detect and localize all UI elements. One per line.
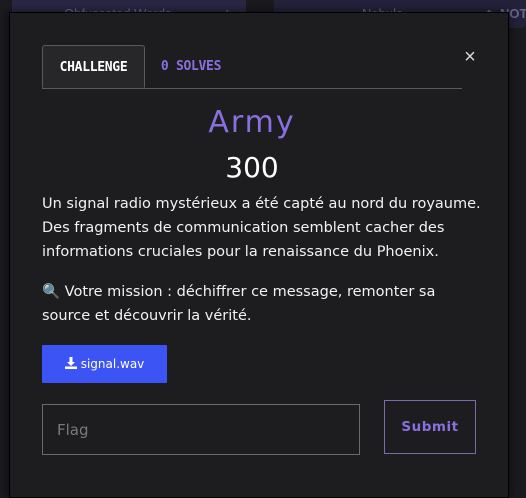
challenge-description: Un signal radio mystérieux a été capté a… [42,192,482,344]
download-file-label: signal.wav [80,357,145,371]
tab-challenge[interactable]: CHALLENGE [42,45,145,88]
modal-tabs: CHALLENGE 0 SOLVES [42,45,462,89]
challenge-value: 300 [225,151,279,184]
download-file-button[interactable]: signal.wav [42,345,167,383]
close-icon: × [464,46,476,68]
submit-button[interactable]: Submit [384,400,476,454]
description-paragraph: Un signal radio mystérieux a été capté a… [42,196,481,260]
tab-solves[interactable]: 0 SOLVES [151,45,231,88]
description-paragraph: 🔍 Votre mission : déchiffrer ce message,… [42,284,436,324]
challenge-name: Army [208,105,296,140]
flag-input[interactable] [42,404,360,455]
download-icon [64,357,77,369]
challenge-modal: CHALLENGE 0 SOLVES × Army 300 Un signal … [9,12,509,498]
close-button[interactable]: × [461,46,479,68]
